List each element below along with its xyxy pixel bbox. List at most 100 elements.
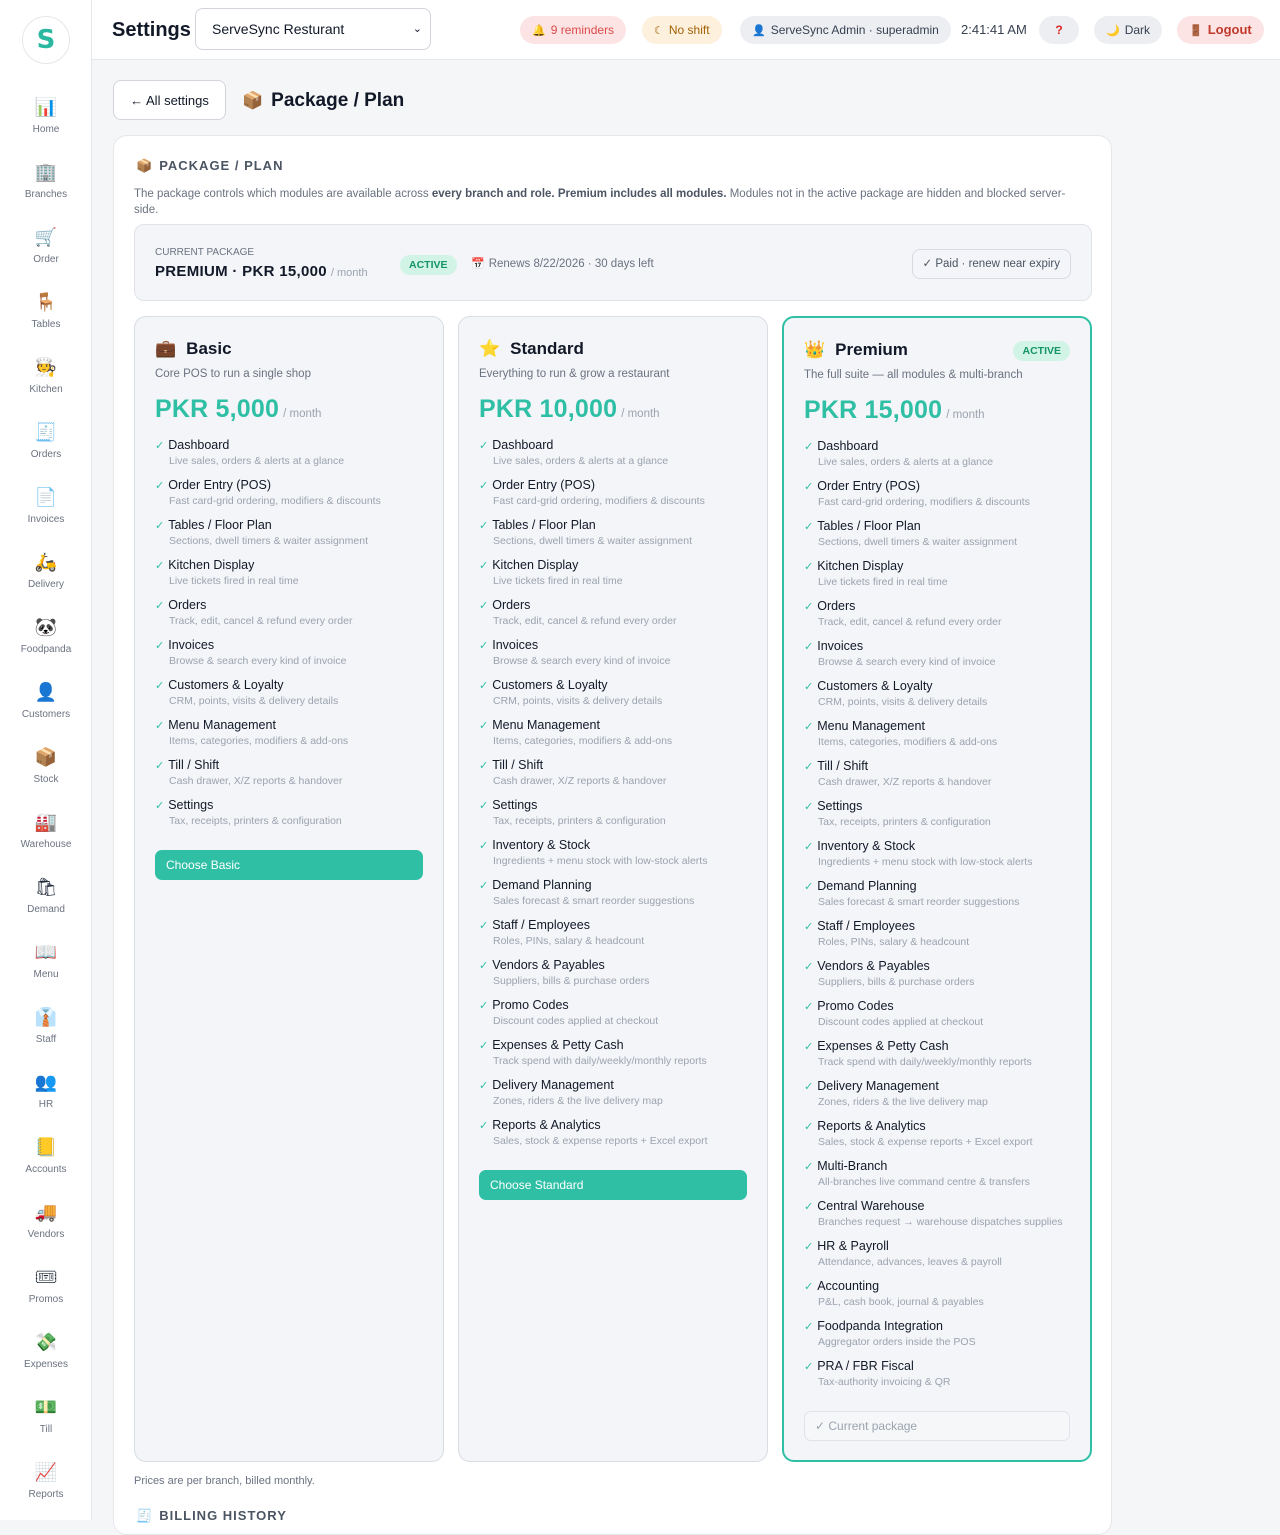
check-icon: ✓ xyxy=(804,560,814,573)
plan-price: PKR 15,000/ month xyxy=(804,396,985,425)
feature-name: ✓ Staff / Employees xyxy=(479,918,755,932)
feature-item: ✓ Till / Shift Cash drawer, X/Z reports & … xyxy=(479,758,755,798)
page-section-title: Settings xyxy=(112,19,191,41)
feature-name-text: Invoices xyxy=(817,639,864,653)
feature-description: Sales forecast & smart reorder suggestio… xyxy=(493,895,695,907)
branch-select[interactable]: ServeSync Resturant ⌄ xyxy=(195,8,431,50)
sidebar-item-staff[interactable]: 👔 Staff xyxy=(0,1006,92,1066)
plan-price-value: PKR 5,000 xyxy=(155,395,280,423)
sidebar-item-kitchen[interactable]: 🧑‍🍳 Kitchen xyxy=(0,356,92,416)
sidebar-item-home[interactable]: 📊 Home xyxy=(0,96,92,156)
sidebar-item-till[interactable]: 💵 Till xyxy=(0,1396,92,1456)
sidebar-item-branches[interactable]: 🏢 Branches xyxy=(0,161,92,221)
feature-item: ✓ HR & Payroll Attendance, advances, leave… xyxy=(804,1239,1080,1279)
sidebar-item-label: Orders xyxy=(30,449,62,460)
check-icon: ✓ xyxy=(479,479,489,492)
sidebar-item-customers[interactable]: 👤 Customers xyxy=(0,681,92,741)
feature-name-text: Staff / Employees xyxy=(492,918,590,932)
sidebar-item-reports[interactable]: 📈 Reports xyxy=(0,1461,92,1521)
feature-name-text: Order Entry (POS) xyxy=(817,479,921,493)
feature-name: ✓ Invoices xyxy=(479,638,755,652)
feature-description: Track, edit, cancel & refund every order xyxy=(818,616,1002,628)
shift-status[interactable]: ☾ No shift xyxy=(642,16,722,44)
sidebar: S 📊 Home 🏢 Branches 🛒 Order 🪑 Tables 🧑‍🍳 Kitchen 🧾… xyxy=(0,0,92,1520)
sidebar-item-hr[interactable]: 👥 HR xyxy=(0,1071,92,1131)
feature-description: P&L, cash book, journal & payables xyxy=(818,1296,984,1308)
sidebar-item-warehouse[interactable]: 🏭 Warehouse xyxy=(0,811,92,871)
feature-name: ✓ Demand Planning xyxy=(479,878,755,892)
feature-name-text: Customers & Loyalty xyxy=(817,679,933,693)
sidebar-item-order[interactable]: 🛒 Order xyxy=(0,226,92,286)
sidebar-item-demand[interactable]: 🛍 Demand xyxy=(0,876,92,936)
feature-name: ✓ Orders xyxy=(479,598,755,612)
feature-name: ✓ Reports & Analytics xyxy=(479,1118,755,1132)
feature-name-text: Central Warehouse xyxy=(817,1199,925,1213)
feature-item: ✓ Settings Tax, receipts, printers & confi… xyxy=(479,798,755,838)
feature-item: ✓ Kitchen Display Live tickets fired in re… xyxy=(155,558,431,598)
feature-name-text: Order Entry (POS) xyxy=(492,478,596,492)
choose-standard-button[interactable]: Choose Standard xyxy=(479,1170,747,1200)
check-icon: ✓ xyxy=(479,719,489,732)
feature-item: ✓ Invoices Browse & search every kind of i… xyxy=(804,639,1080,679)
feature-item: ✓ Till / Shift Cash drawer, X/Z reports & … xyxy=(804,759,1080,799)
feature-item: ✓ Kitchen Display Live tickets fired in re… xyxy=(479,558,755,598)
feature-name-text: Orders xyxy=(817,599,856,613)
plan-tagline: Everything to run & grow a restaurant xyxy=(479,368,670,380)
crown-icon: 👑 xyxy=(804,340,826,360)
section-heading-text: PACKAGE / PLAN xyxy=(159,158,284,173)
choose-basic-button[interactable]: Choose Basic xyxy=(155,850,423,880)
sidebar-item-label: HR xyxy=(38,1099,54,1110)
book-icon: 📖 xyxy=(34,942,58,963)
status-badge: ACTIVE xyxy=(400,255,457,275)
feature-name-text: Inventory & Stock xyxy=(492,838,591,852)
feature-description: Browse & search every kind of invoice xyxy=(169,655,347,667)
feature-description: Fast card-grid ordering, modifiers & dis… xyxy=(493,495,705,507)
feature-name-text: Kitchen Display xyxy=(168,558,255,572)
help-button[interactable]: ? xyxy=(1039,16,1079,44)
sidebar-item-vendors[interactable]: 🚚 Vendors xyxy=(0,1201,92,1261)
sidebar-item-expenses[interactable]: 💸 Expenses xyxy=(0,1331,92,1391)
feature-name-text: Promo Codes xyxy=(492,998,569,1012)
sidebar-item-delivery[interactable]: 🛵 Delivery xyxy=(0,551,92,611)
check-icon: ✓ xyxy=(804,1240,814,1253)
plan-tagline: The full suite — all modules & multi-bra… xyxy=(804,369,1023,381)
feature-description: Ingredients + menu stock with low-stock … xyxy=(493,855,708,867)
receipt-icon: 🧾 xyxy=(34,422,58,443)
paid-status: ✓ Paid · renew near expiry xyxy=(911,249,1071,279)
billing-history-text: BILLING HISTORY xyxy=(159,1508,287,1523)
sidebar-item-tables[interactable]: 🪑 Tables xyxy=(0,291,92,351)
sidebar-item-promos[interactable]: 🎟 Promos xyxy=(0,1266,92,1326)
sidebar-item-label: Invoices xyxy=(27,514,65,525)
sidebar-item-menu[interactable]: 📖 Menu xyxy=(0,941,92,1001)
money-wings-icon: 💸 xyxy=(34,1332,58,1353)
package-panel: 📦 PACKAGE / PLAN The package controls whi… xyxy=(113,135,1112,1535)
logout-button[interactable]: 🚪 Logout xyxy=(1177,16,1264,44)
reminders-button[interactable]: 🔔 9 reminders xyxy=(520,16,627,44)
sidebar-item-accounts[interactable]: 📒 Accounts xyxy=(0,1136,92,1196)
document-icon: 📄 xyxy=(34,487,58,508)
sidebar-item-label: Expenses xyxy=(24,1359,68,1370)
app-logo[interactable]: S xyxy=(22,16,70,64)
ticket-icon: 🎟 xyxy=(34,1267,58,1288)
user-badge[interactable]: 👤 ServeSync Admin · superadmin xyxy=(740,16,951,44)
feature-name-text: Till / Shift xyxy=(168,758,220,772)
sidebar-item-orders[interactable]: 🧾 Orders xyxy=(0,421,92,481)
feature-name-text: Demand Planning xyxy=(492,878,592,892)
sidebar-item-invoices[interactable]: 📄 Invoices xyxy=(0,486,92,546)
feature-description: Fast card-grid ordering, modifiers & dis… xyxy=(169,495,381,507)
check-icon: ✓ xyxy=(155,639,165,652)
sidebar-item-foodpanda[interactable]: 🐼 Foodpanda xyxy=(0,616,92,676)
all-settings-button[interactable]: ← All settings xyxy=(113,80,226,120)
sidebar-item-stock[interactable]: 📦 Stock xyxy=(0,746,92,806)
theme-toggle[interactable]: 🌙 Dark xyxy=(1094,16,1163,44)
feature-name: ✓ Kitchen Display xyxy=(479,558,755,572)
feature-name: ✓ Order Entry (POS) xyxy=(479,478,755,492)
check-icon: ✓ xyxy=(804,680,814,693)
feature-name-text: Settings xyxy=(168,798,214,812)
feature-name: ✓ Orders xyxy=(155,598,431,612)
feature-description: Sections, dwell timers & waiter assignme… xyxy=(169,535,368,547)
feature-description: Live tickets fired in real time xyxy=(493,575,623,587)
feature-name: ✓ Staff / Employees xyxy=(804,919,1080,933)
feature-description: Branches request → warehouse dispatches … xyxy=(818,1216,1063,1228)
check-icon: ✓ xyxy=(804,1160,814,1173)
